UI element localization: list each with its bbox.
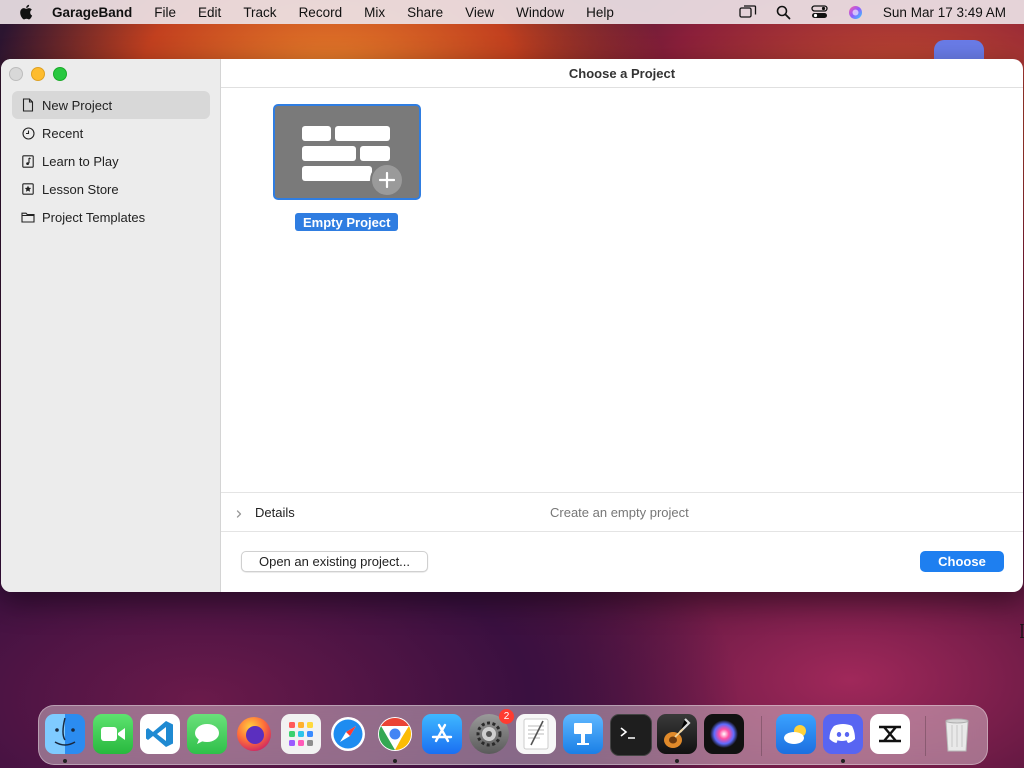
apple-menu-icon[interactable]	[18, 4, 34, 20]
keynote-icon[interactable]	[563, 714, 603, 754]
choose-project-window: New Project Recent Learn to Play Lesson …	[1, 59, 1023, 592]
control-center-icon[interactable]	[811, 4, 829, 20]
choose-button[interactable]: Choose	[920, 551, 1004, 572]
weather-icon[interactable]	[776, 714, 816, 754]
textedit-icon[interactable]	[516, 714, 556, 754]
minimize-window-button[interactable]	[31, 67, 45, 81]
tile-block-5	[302, 166, 372, 181]
menu-edit[interactable]: Edit	[198, 5, 221, 20]
menu-file[interactable]: File	[154, 5, 176, 20]
document-icon	[21, 98, 35, 112]
app-store-icon[interactable]	[422, 714, 462, 754]
messages-icon[interactable]	[187, 714, 227, 754]
trash-icon[interactable]	[937, 714, 977, 754]
main-pane: Choose a Project Empty Project Details C…	[221, 59, 1023, 592]
vscode-icon[interactable]	[140, 714, 180, 754]
menu-record[interactable]: Record	[299, 5, 343, 20]
running-indicator	[393, 759, 397, 763]
notification-badge: 2	[499, 709, 514, 724]
open-existing-project-button[interactable]: Open an existing project...	[241, 551, 428, 572]
sidebar-item-recent[interactable]: Recent	[12, 119, 210, 147]
siri-app-icon[interactable]	[704, 714, 744, 754]
sidebar-item-label: New Project	[42, 97, 113, 113]
tile-block-3	[302, 146, 356, 161]
menu-help[interactable]: Help	[586, 5, 614, 20]
sidebar-item-new-project[interactable]: New Project	[12, 91, 210, 119]
sidebar-item-label: Lesson Store	[42, 181, 119, 197]
running-indicator	[63, 759, 67, 763]
sidebar-item-learn-to-play[interactable]: Learn to Play	[12, 147, 210, 175]
finder-icon[interactable]	[45, 714, 85, 754]
siri-icon[interactable]	[847, 4, 865, 20]
dock-separator	[925, 716, 926, 756]
screen-mirroring-icon[interactable]	[739, 4, 757, 20]
menu-clock[interactable]: Sun Mar 17 3:49 AM	[883, 5, 1006, 20]
spotlight-search-icon[interactable]	[775, 4, 793, 20]
fullscreen-window-button[interactable]	[53, 67, 67, 81]
menu-app-name[interactable]: GarageBand	[52, 5, 132, 20]
star-icon	[21, 182, 35, 196]
menu-bar: GarageBand File Edit Track Record Mix Sh…	[0, 0, 1024, 24]
close-window-button[interactable]	[9, 67, 23, 81]
music-note-icon	[21, 154, 35, 168]
text-cursor-icon	[1020, 624, 1024, 638]
terminal-icon[interactable]	[610, 714, 652, 756]
window-title: Choose a Project	[221, 59, 1023, 88]
sidebar-item-label: Recent	[42, 125, 84, 141]
sidebar-item-lesson-store[interactable]: Lesson Store	[12, 175, 210, 203]
menu-track[interactable]: Track	[243, 5, 276, 20]
discord-icon[interactable]	[823, 714, 863, 754]
firefox-icon[interactable]	[234, 714, 274, 754]
window-controls	[9, 67, 67, 81]
running-indicator	[841, 759, 845, 763]
menu-window[interactable]: Window	[516, 5, 564, 20]
dock: 2	[38, 705, 988, 765]
discord-desktop-icon	[934, 40, 984, 59]
empty-project-tile[interactable]	[273, 104, 421, 200]
tile-block-1	[302, 126, 331, 141]
details-bar: Details Create an empty project	[221, 492, 1023, 532]
details-description: Create an empty project	[550, 504, 689, 520]
tile-block-2	[335, 126, 390, 141]
tile-block-4	[360, 146, 390, 161]
sidebar-item-label: Project Templates	[42, 209, 146, 225]
empty-project-label[interactable]: Empty Project	[295, 213, 399, 231]
launchpad-icon[interactable]	[281, 714, 321, 754]
sidebar-item-project-templates[interactable]: Project Templates	[12, 203, 210, 231]
sidebar: New Project Recent Learn to Play Lesson …	[1, 59, 221, 592]
safari-icon[interactable]	[328, 714, 368, 754]
folder-icon	[21, 210, 35, 224]
garageband-icon[interactable]	[657, 714, 697, 754]
facetime-icon[interactable]	[93, 714, 133, 754]
plus-icon	[370, 163, 404, 197]
chrome-icon[interactable]	[375, 714, 415, 754]
sidebar-item-label: Learn to Play	[42, 153, 119, 169]
running-indicator	[675, 759, 679, 763]
capcut-icon[interactable]	[870, 714, 910, 754]
chevron-right-icon[interactable]	[234, 506, 244, 518]
clock-icon	[21, 126, 35, 140]
menu-view[interactable]: View	[465, 5, 494, 20]
details-toggle[interactable]: Details	[255, 505, 295, 520]
dock-separator	[761, 716, 762, 756]
sidebar-list: New Project Recent Learn to Play Lesson …	[12, 91, 210, 231]
menu-share[interactable]: Share	[407, 5, 443, 20]
menu-mix[interactable]: Mix	[364, 5, 385, 20]
